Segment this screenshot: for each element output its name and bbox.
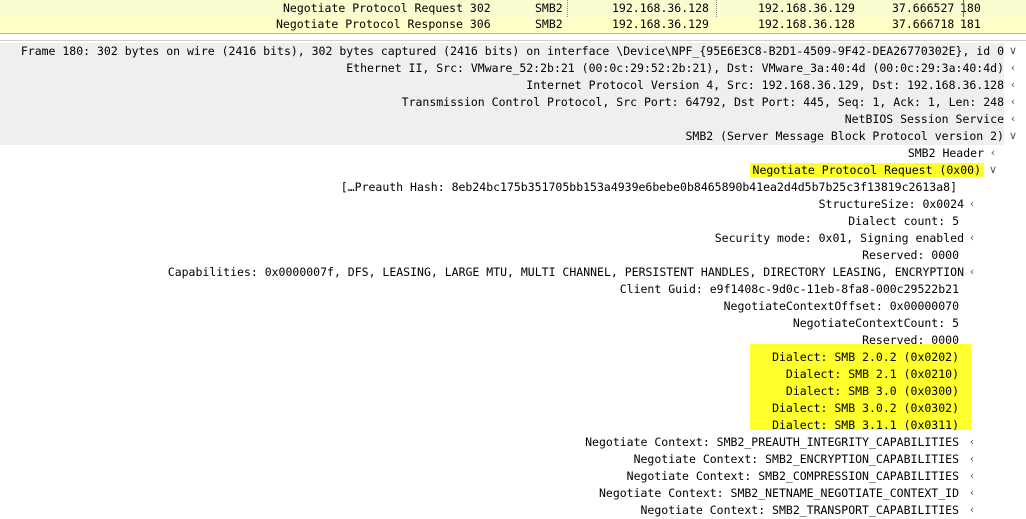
packet-destination: 192.168.36.128 xyxy=(758,17,855,31)
field-label: Reserved: 0000 xyxy=(862,248,959,262)
chevron-down-icon[interactable]: ∨ xyxy=(986,163,1000,176)
packet-info: Negotiate Protocol Request 302 xyxy=(283,1,491,15)
chevron-left-icon[interactable]: ‹ xyxy=(1006,112,1020,125)
tree-item-negotiate-context[interactable]: Negotiate Context: SMB2_TRANSPORT_CAPABI… xyxy=(0,502,960,519)
tree-item-label: Transmission Control Protocol, Src Port:… xyxy=(401,95,1004,109)
tree-item-label: Negotiate Protocol Request (0x00) xyxy=(749,163,984,177)
chevron-left-icon[interactable]: ‹ xyxy=(965,486,979,499)
chevron-down-icon[interactable]: ∨ xyxy=(1006,129,1020,142)
tree-item-negotiate-context[interactable]: Negotiate Context: SMB2_COMPRESSION_CAPA… xyxy=(0,468,959,485)
chevron-left-icon[interactable]: ‹ xyxy=(965,197,979,210)
field-label: Dialect: SMB 3.0 (0x0300) xyxy=(785,384,959,398)
field-dialect[interactable]: Dialect: SMB 3.0.2 (0x0302) xyxy=(0,400,959,417)
field-preauth-hash[interactable]: […Preauth Hash: 8eb24bc175b351705bb153a4… xyxy=(0,179,957,196)
tree-item-ip[interactable]: Internet Protocol Version 4, Src: 192.16… xyxy=(0,77,1004,94)
field-label: Dialect count: 5 xyxy=(848,214,959,228)
field-dialect-count[interactable]: Dialect count: 5 xyxy=(0,213,959,230)
chevron-left-icon[interactable]: ‹ xyxy=(965,435,979,448)
field-dialect[interactable]: Dialect: SMB 2.1 (0x0210) xyxy=(0,366,959,383)
tree-item-label: Negotiate Context: SMB2_NETNAME_NEGOTIAT… xyxy=(598,486,959,500)
chevron-left-icon[interactable]: ‹ xyxy=(965,231,979,244)
tree-item-label: Ethernet II, Src: VMware_52:2b:21 (00:0c… xyxy=(346,61,1004,75)
tree-item-negotiate-context[interactable]: Negotiate Context: SMB2_NETNAME_NEGOTIAT… xyxy=(0,485,959,502)
packet-number: 181 xyxy=(960,17,981,31)
field-label: Client Guid: e9f1408c-9d0c-11eb-8fa8-000… xyxy=(619,282,959,296)
field-dialect[interactable]: Dialect: SMB 2.0.2 (0x0202) xyxy=(0,349,959,366)
field-label: Dialect: SMB 2.0.2 (0x0202) xyxy=(772,350,959,364)
tree-item-negotiate-request[interactable]: Negotiate Protocol Request (0x00) xyxy=(0,162,984,179)
tree-item-smb2[interactable]: SMB2 (Server Message Block Protocol vers… xyxy=(0,128,1004,145)
packet-time: 37.666718 xyxy=(892,17,955,31)
chevron-left-icon[interactable]: ‹ xyxy=(1006,95,1020,108)
tree-item-label: Negotiate Context: SMB2_ENCRYPTION_CAPAB… xyxy=(633,452,959,466)
related-packet-marker xyxy=(963,0,964,17)
packet-time: 37.666527 xyxy=(892,1,955,15)
packet-info: Negotiate Protocol Response 306 xyxy=(276,17,491,31)
field-structure-size[interactable]: StructureSize: 0x0024 xyxy=(0,196,964,213)
packet-list[interactable]: Negotiate Protocol Request 302 SMB2 192.… xyxy=(0,0,1026,34)
packet-protocol: SMB2 xyxy=(535,17,563,31)
packet-row-181[interactable]: Negotiate Protocol Response 306 SMB2 192… xyxy=(0,16,1026,33)
field-reserved[interactable]: Reserved: 0000 xyxy=(0,247,959,264)
packet-row-180[interactable]: Negotiate Protocol Request 302 SMB2 192.… xyxy=(0,0,1026,17)
field-label: Dialect: SMB 3.0.2 (0x0302) xyxy=(772,401,959,415)
packet-details-pane[interactable]: Frame 180: 302 bytes on wire (2416 bits)… xyxy=(0,40,1026,517)
field-dialect[interactable]: Dialect: SMB 3.1.1 (0x0311) xyxy=(0,417,959,434)
chevron-left-icon[interactable]: ‹ xyxy=(986,146,1000,159)
chevron-left-icon[interactable]: ‹ xyxy=(1006,61,1020,74)
field-label: StructureSize: 0x0024 xyxy=(818,197,964,211)
tree-item-label: SMB2 Header xyxy=(907,146,984,160)
field-label: Capabilities: 0x0000007f, DFS, LEASING, … xyxy=(167,265,964,279)
chevron-left-icon[interactable]: ‹ xyxy=(965,469,979,482)
tree-item-label: Internet Protocol Version 4, Src: 192.16… xyxy=(526,78,1004,92)
tree-item-frame[interactable]: Frame 180: 302 bytes on wire (2416 bits)… xyxy=(0,43,1004,60)
tree-item-netbios[interactable]: NetBIOS Session Service xyxy=(0,111,1004,128)
packet-protocol: SMB2 xyxy=(535,1,563,15)
chevron-down-icon[interactable]: ∨ xyxy=(1006,44,1020,57)
field-capabilities[interactable]: Capabilities: 0x0000007f, DFS, LEASING, … xyxy=(0,264,964,281)
tree-item-tcp[interactable]: Transmission Control Protocol, Src Port:… xyxy=(0,94,1004,111)
tree-item-label: Negotiate Context: SMB2_COMPRESSION_CAPA… xyxy=(626,469,959,483)
field-dialect[interactable]: Dialect: SMB 3.0 (0x0300) xyxy=(0,383,959,400)
chevron-left-icon[interactable]: ‹ xyxy=(965,265,979,278)
field-label: […Preauth Hash: 8eb24bc175b351705bb153a4… xyxy=(340,180,957,194)
tree-item-label: Negotiate Context: SMB2_TRANSPORT_CAPABI… xyxy=(640,503,960,517)
column-divider xyxy=(716,0,717,17)
chevron-left-icon[interactable]: ‹ xyxy=(1006,78,1020,91)
chevron-left-icon[interactable]: ‹ xyxy=(965,503,979,516)
field-client-guid[interactable]: Client Guid: e9f1408c-9d0c-11eb-8fa8-000… xyxy=(0,281,959,298)
tree-item-label: SMB2 (Server Message Block Protocol vers… xyxy=(685,129,1005,143)
tree-item-negotiate-context[interactable]: Negotiate Context: SMB2_PREAUTH_INTEGRIT… xyxy=(0,434,959,451)
chevron-left-icon[interactable]: ‹ xyxy=(965,452,979,465)
field-negotiate-context-offset[interactable]: NegotiateContextOffset: 0x00000070 xyxy=(0,298,959,315)
field-label: Dialect: SMB 2.1 (0x0210) xyxy=(785,367,959,381)
tree-item-label: NetBIOS Session Service xyxy=(844,112,1004,126)
field-label: NegotiateContextCount: 5 xyxy=(792,316,959,330)
tree-item-ethernet[interactable]: Ethernet II, Src: VMware_52:2b:21 (00:0c… xyxy=(0,60,1004,77)
tree-item-smb2-header[interactable]: SMB2 Header xyxy=(0,145,984,162)
field-label: Dialect: SMB 3.1.1 (0x0311) xyxy=(772,418,959,432)
packet-source: 192.168.36.128 xyxy=(612,1,709,15)
tree-item-label: Frame 180: 302 bytes on wire (2416 bits)… xyxy=(20,44,1004,58)
tree-item-label: Negotiate Context: SMB2_PREAUTH_INTEGRIT… xyxy=(585,435,959,449)
field-label: NegotiateContextOffset: 0x00000070 xyxy=(723,299,959,313)
column-divider xyxy=(567,0,568,17)
field-label: Security mode: 0x01, Signing enabled xyxy=(714,231,964,245)
packet-destination: 192.168.36.129 xyxy=(758,1,855,15)
field-negotiate-context-count[interactable]: NegotiateContextCount: 5 xyxy=(0,315,959,332)
field-security-mode[interactable]: Security mode: 0x01, Signing enabled xyxy=(0,230,964,247)
tree-item-negotiate-context[interactable]: Negotiate Context: SMB2_ENCRYPTION_CAPAB… xyxy=(0,451,959,468)
packet-source: 192.168.36.129 xyxy=(612,17,709,31)
